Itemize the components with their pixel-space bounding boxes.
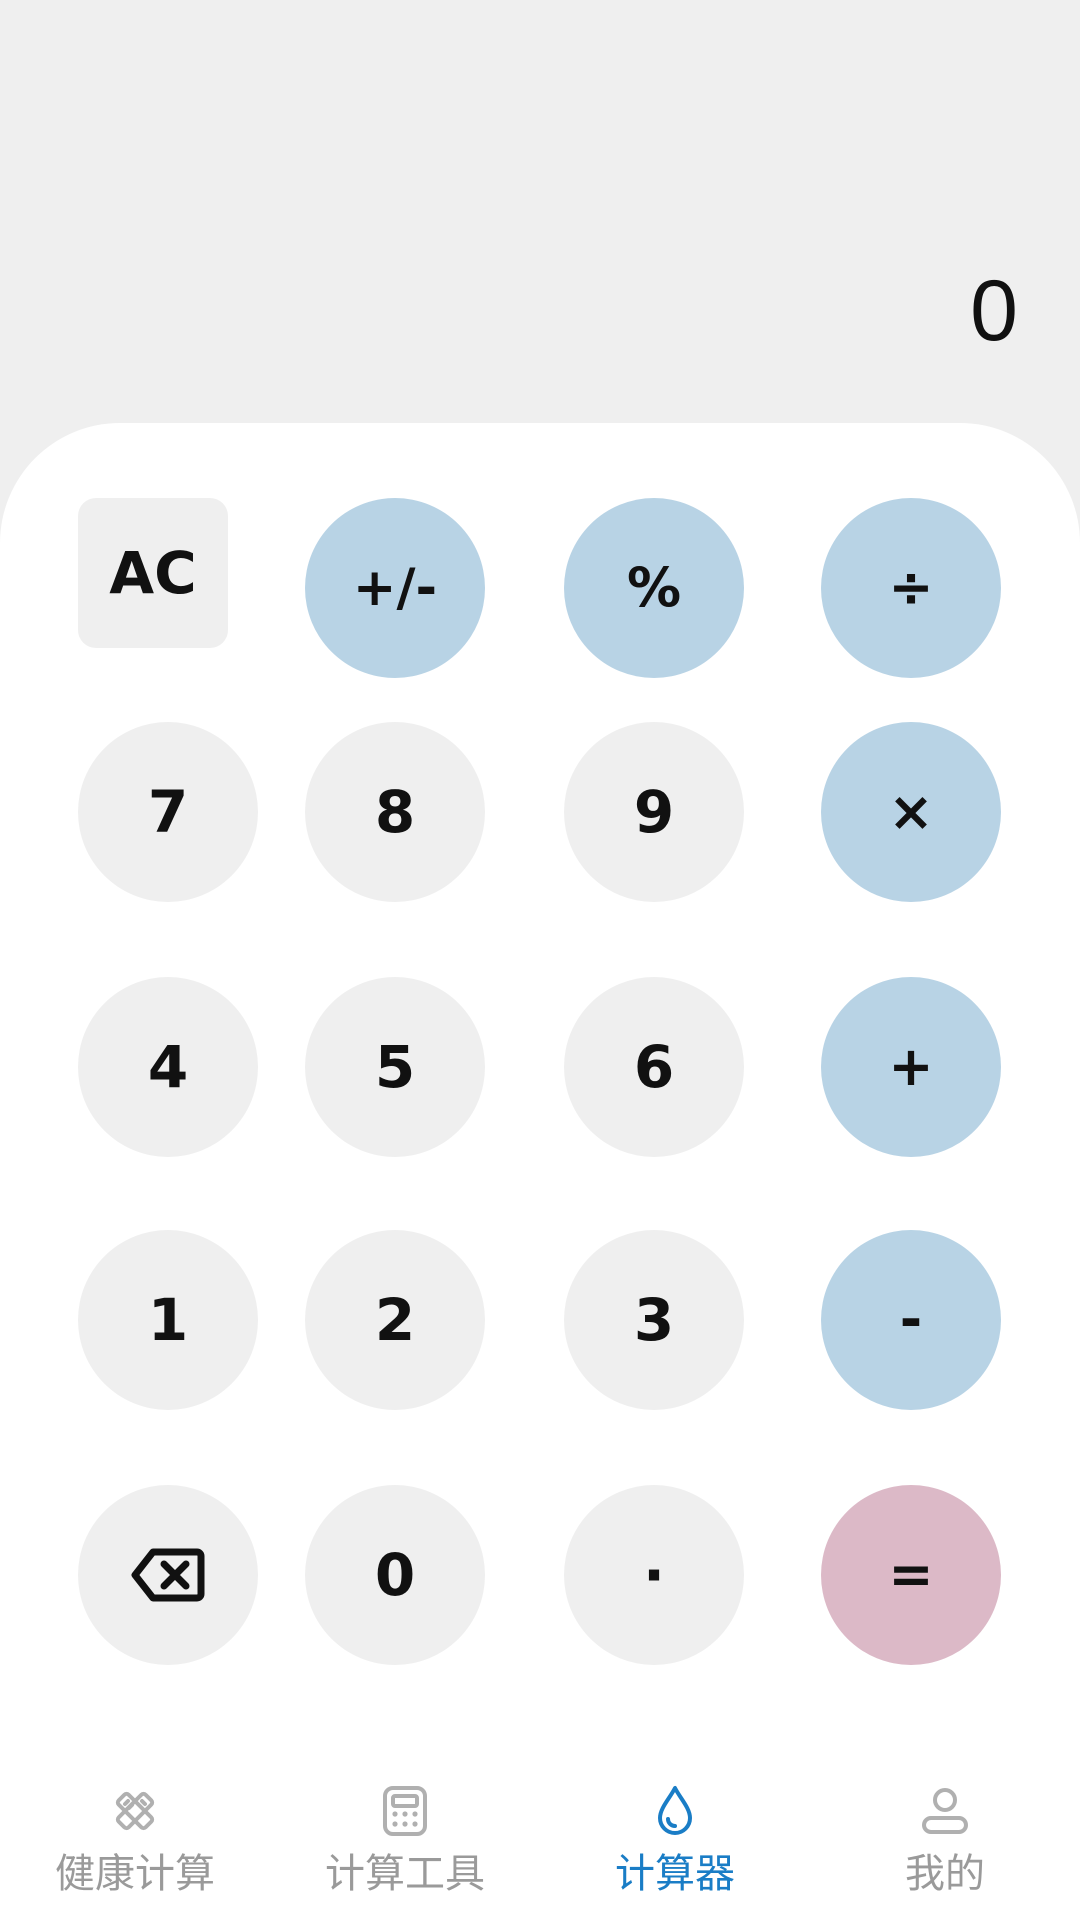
health-tools-icon	[115, 1791, 155, 1831]
nav-item-mine[interactable]: 我的	[810, 1760, 1080, 1920]
plus-button[interactable]: +	[821, 977, 1001, 1157]
percent-label: %	[626, 556, 682, 619]
display-value: 0	[970, 263, 1018, 359]
digit-8-label: 8	[374, 778, 416, 846]
digit-5-button[interactable]: 5	[305, 977, 485, 1157]
multiply-button[interactable]: ×	[821, 722, 1001, 902]
divide-button[interactable]: ÷	[821, 498, 1001, 678]
nav-label: 健康计算	[55, 1851, 215, 1897]
digit-7-label: 7	[147, 778, 189, 846]
nav-label: 计算工具	[325, 1851, 485, 1897]
digit-2-button[interactable]: 2	[305, 1230, 485, 1410]
decimal-point-label: ·	[642, 1541, 666, 1609]
sign-toggle-label: +/-	[352, 558, 438, 618]
all-clear-label: AC	[109, 539, 197, 607]
digit-0-button[interactable]: 0	[305, 1485, 485, 1665]
nav-item-calculator[interactable]: 计算器	[540, 1760, 810, 1920]
digit-4-button[interactable]: 4	[78, 977, 258, 1157]
calculator-tool-icon	[383, 1786, 427, 1836]
multiply-label: ×	[888, 780, 934, 843]
bottom-navigation: 健康计算 计算工具 计算器 我的	[0, 1760, 1080, 1920]
equals-button[interactable]: =	[821, 1485, 1001, 1665]
decimal-point-button[interactable]: ·	[564, 1485, 744, 1665]
water-drop-icon	[658, 1786, 692, 1835]
equals-label: =	[888, 1543, 934, 1606]
digit-9-label: 9	[633, 778, 675, 846]
display-area: 0	[0, 0, 1080, 425]
plus-label: +	[888, 1035, 934, 1098]
divide-label: ÷	[888, 556, 934, 619]
profile-icon	[922, 1788, 968, 1834]
minus-button[interactable]: -	[821, 1230, 1001, 1410]
backspace-button[interactable]	[78, 1485, 258, 1665]
digit-0-label: 0	[374, 1541, 416, 1609]
digit-7-button[interactable]: 7	[78, 722, 258, 902]
digit-9-button[interactable]: 9	[564, 722, 744, 902]
digit-3-label: 3	[633, 1286, 675, 1354]
nav-label: 计算器	[615, 1851, 735, 1897]
digit-2-label: 2	[374, 1286, 416, 1354]
digit-6-button[interactable]: 6	[564, 977, 744, 1157]
digit-6-label: 6	[633, 1033, 675, 1101]
percent-button[interactable]: %	[564, 498, 744, 678]
minus-label: -	[899, 1288, 923, 1351]
sign-toggle-button[interactable]: +/-	[305, 498, 485, 678]
backspace-icon	[131, 1548, 205, 1602]
nav-item-calc-tools[interactable]: 计算工具	[270, 1760, 540, 1920]
nav-label: 我的	[905, 1851, 985, 1897]
digit-8-button[interactable]: 8	[305, 722, 485, 902]
all-clear-button[interactable]: AC	[78, 498, 228, 648]
nav-item-health-calc[interactable]: 健康计算	[0, 1760, 270, 1920]
digit-1-label: 1	[147, 1286, 189, 1354]
digit-5-label: 5	[374, 1033, 416, 1101]
digit-4-label: 4	[147, 1033, 189, 1101]
digit-3-button[interactable]: 3	[564, 1230, 744, 1410]
digit-1-button[interactable]: 1	[78, 1230, 258, 1410]
